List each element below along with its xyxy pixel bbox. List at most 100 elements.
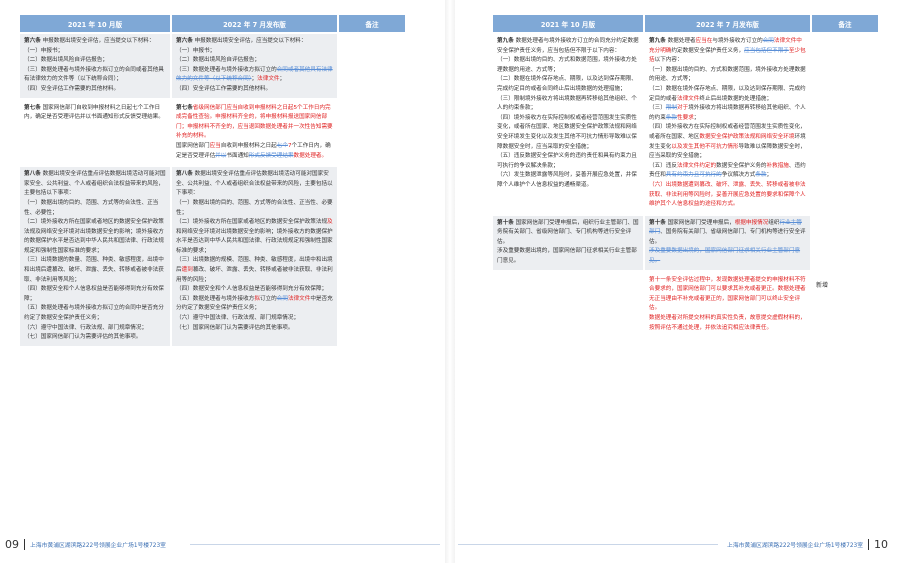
footer-divider bbox=[868, 538, 869, 550]
comparison-row: 第九条 数据处理者与境外接收方订立的合同充分约定数据安全保护责任义务，应当包括但… bbox=[493, 34, 878, 213]
clause-text-run: 省级网信部门应当自收到申报材料之日起5个工作日内完成完备性查验。申报材料齐全的，… bbox=[176, 104, 333, 140]
clause-remark: 新增 bbox=[816, 281, 829, 289]
clause-2022-text: 第十一条安全评估过程中，发现数据处理者提交的申报材料不符合要求的，国家网信部门可… bbox=[645, 272, 810, 337]
comparison-row: 第十条 国家网信部门受理申报后，组织行业主管部门、国务院有关部门、省级网信部门、… bbox=[493, 215, 878, 270]
left-page: 2021 年 10 月版 2022 年 7 月发布版 备注 第六条 申报数据出境… bbox=[0, 0, 450, 563]
comparison-table-header: 2021 年 10 月版 2022 年 7 月发布版 备注 bbox=[493, 15, 878, 32]
clause-2021-text: 第六条 申报数据出境安全评估，应当提交以下材料： （一）申报书； （二）数据出境… bbox=[20, 34, 170, 98]
clause-text-run: 第七条 bbox=[24, 104, 41, 111]
clause-remark bbox=[339, 101, 405, 165]
clause-text-run: 应当在 bbox=[695, 38, 713, 44]
comparison-rows: 第六条 申报数据出境安全评估，应当提交以下材料： （一）申报书； （二）数据出境… bbox=[20, 34, 405, 349]
clause-text-run: 法律文件约定的 bbox=[676, 162, 717, 169]
footer-address: 上海市黄浦区湖滨路222号领展企业广场1号楼723室 bbox=[30, 542, 166, 549]
header-2022-version: 2022 年 7 月发布版 bbox=[172, 15, 337, 32]
clause-text-run: 申报数据出境安全评估，应当提交以下材料： （一）申报书； （二）数据出境风险自评… bbox=[24, 38, 164, 92]
clause-2021-text bbox=[493, 272, 643, 337]
clause-text-run: 数据安全保护政策法规和网络安全环境 bbox=[699, 133, 795, 140]
clause-text-run: 第六条 bbox=[176, 38, 193, 44]
clause-text-run: 根据申报情况 bbox=[734, 219, 769, 226]
comparison-rows: 第九条 数据处理者与境外接收方订立的合同充分约定数据安全保护责任义务，应当包括但… bbox=[493, 34, 878, 339]
clause-text-run: 第九条 bbox=[649, 38, 666, 44]
clause-text-run: 数据出境安全评估重点评估数据出境活动可能对国家安全、公共利益、个人或者组织合法权… bbox=[24, 171, 166, 341]
header-remarks: 备注 bbox=[812, 15, 878, 32]
clause-text-run: 第十一条安全评估过程中，发现数据处理者提交的申报材料不符合要求的，国家网信部门可… bbox=[649, 276, 806, 331]
clause-text-run: 对于 bbox=[677, 105, 689, 112]
clause-text-run: 以及发生其他不可抗力情形 bbox=[671, 143, 739, 150]
clause-text-run: 具有约束力且可执行的 bbox=[665, 172, 722, 179]
clause-remark bbox=[812, 216, 878, 270]
clause-text-run: 组织 bbox=[768, 219, 780, 226]
clause-text-run: 国家网信部门 bbox=[176, 142, 210, 149]
clause-2021-text: 第九条 数据处理者与境外接收方订立的合同充分约定数据安全保护责任义务，应当包括但… bbox=[493, 34, 643, 213]
clause-text-run: 涉及重要数据出境的，国家网信部门征求相关行业主管部门意见。 bbox=[649, 248, 801, 265]
clause-text-run: 数据安全保护义务的 bbox=[716, 162, 767, 169]
header-2021-version: 2021 年 10 月版 bbox=[20, 15, 170, 32]
header-2022-version: 2022 年 7 月发布版 bbox=[645, 15, 810, 32]
clause-2022-text: 第八条 数据出境安全评估重点评估数据出境活动可能对国家安全、公共利益、个人或者组… bbox=[172, 167, 337, 346]
clause-text-run: 自收到申报材料之日起 bbox=[220, 142, 277, 149]
clause-remark bbox=[339, 167, 405, 346]
comparison-row: 第六条 申报数据出境安全评估，应当提交以下材料： （一）申报书； （二）数据出境… bbox=[20, 34, 405, 98]
clause-text-run: 第九条 bbox=[497, 38, 514, 44]
comparison-row: 第七条 国家网信部门自收到申报材料之日起七个工作日内，确定是否受理评估并以书面通… bbox=[20, 100, 405, 165]
clause-text-run: 第十条 bbox=[497, 219, 514, 226]
comparison-table-header: 2021 年 10 月版 2022 年 7 月发布版 备注 bbox=[20, 15, 405, 32]
comparison-row: 第八条 数据出境安全评估重点评估数据出境活动可能对国家安全、公共利益、个人或者组… bbox=[20, 167, 405, 346]
clause-2021-text: 第七条 国家网信部门自收到申报材料之日起七个工作日内，确定是否受理评估并以书面通… bbox=[20, 100, 170, 165]
clause-2022-text: 第十条 国家网信部门受理申报后，根据申报情况组织行业主管部门、国务院有关部门、省… bbox=[645, 215, 810, 270]
footer-rule bbox=[458, 544, 718, 545]
page-number: 09 bbox=[5, 537, 19, 551]
footer-address: 上海市黄浦区湖滨路222号领展企业广场1号楼723室 bbox=[727, 542, 863, 549]
clause-text-run: 形式反馈受理结果 bbox=[248, 152, 294, 159]
clause-text-run: 书面通知 bbox=[226, 152, 249, 159]
clause-remark bbox=[812, 34, 878, 213]
comparison-row: 第十一条安全评估过程中，发现数据处理者提交的申报材料不符合要求的，国家网信部门可… bbox=[493, 272, 878, 337]
clause-text-run: 第七条 bbox=[176, 104, 193, 111]
clause-text-run: 订立的 bbox=[259, 295, 277, 302]
clause-text-run: 第十条 bbox=[649, 219, 666, 226]
clause-remark bbox=[339, 34, 405, 98]
clause-text-run: 限制 bbox=[665, 105, 677, 112]
header-2021-version: 2021 年 10 月版 bbox=[493, 15, 643, 32]
clause-text-run: 约定数据安全保护责任义务， bbox=[671, 47, 745, 54]
clause-2022-text: 第六条 申报数据出境安全评估，应当提交以下材料： （一）申报书； （二）数据出境… bbox=[172, 34, 337, 98]
header-remarks: 备注 bbox=[339, 15, 405, 32]
clause-text-run: 条款 bbox=[755, 172, 767, 179]
clause-text-run: 、国务院有关部门、省级网信部门、专门机构等进行安全评估。 bbox=[649, 229, 806, 245]
clause-text-run: 第六条 bbox=[24, 38, 41, 44]
clause-2022-text: 第七条省级网信部门应当自收到申报材料之日起5个工作日内完成完备性查验。申报材料齐… bbox=[172, 100, 337, 165]
clause-text-run: 国家网信部门受理申报后， bbox=[665, 219, 735, 226]
clause-2022-text: 第九条 数据处理者应当在与境外接收方订立的合同法律文件中充分明确约定数据安全保护… bbox=[645, 34, 810, 213]
clause-2021-text: 第八条 数据出境安全评估重点评估数据出境活动可能对国家安全、公共利益、个人或者组… bbox=[20, 167, 170, 346]
clause-text-run: 争议解决方式 bbox=[721, 172, 756, 179]
clause-text-run: 国家网信部门受理申报后，组织行业主管部门、国务院有关部门、省级网信部门、专门机构… bbox=[497, 219, 639, 265]
clause-text-run: 条款 bbox=[665, 114, 677, 121]
clause-text-run: 补救措施 bbox=[766, 162, 789, 169]
clause-text-run: 与境外接收方订立的 bbox=[712, 38, 763, 44]
clause-text-run: （六）出境数据遭到篡改、破坏、泄露、丢失、转移或者被非法获取、非法利用等风险时，… bbox=[649, 181, 806, 208]
clause-text-run: 数据处理者 bbox=[665, 38, 696, 44]
clause-text-run: 法律文件 bbox=[287, 295, 311, 302]
footer-rule bbox=[190, 544, 440, 545]
clause-text-run: 数据处理者与境外接收方订立的合同充分约定数据安全保护责任义务，应当包括但不限于以… bbox=[497, 38, 639, 188]
clause-text-run: 数据出境安全评估重点评估数据出境活动可能对国家安全、公共利益、个人或者组织合法权… bbox=[176, 171, 333, 226]
clause-text-run: 性要求 bbox=[677, 114, 694, 121]
footer-divider bbox=[24, 538, 25, 550]
page-number: 10 bbox=[874, 537, 888, 551]
clause-text-run: 应当包括但不限于 bbox=[744, 47, 789, 54]
right-page: 2021 年 10 月版 2022 年 7 月发布版 备注 第九条 数据处理者与… bbox=[450, 0, 900, 563]
clause-text-run: 遭到 bbox=[181, 267, 193, 274]
clause-text-run: 合同 bbox=[762, 38, 774, 44]
clause-text-run: 合同 bbox=[276, 295, 288, 302]
clause-text-run: 第八条 bbox=[24, 171, 41, 178]
clause-text-run: 应当 bbox=[209, 142, 221, 149]
clause-text-run: 七个 bbox=[276, 142, 288, 149]
clause-text-run: 及 bbox=[327, 219, 333, 226]
clause-text-run: 法律文件 bbox=[676, 95, 700, 102]
clause-text-run: 第八条 bbox=[176, 171, 193, 178]
clause-text-run: ； bbox=[766, 172, 773, 179]
page-footer: 09 上海市黄浦区湖滨路222号领展企业广场1号楼723室 bbox=[5, 534, 166, 554]
clause-text-run: 国家网信部门自收到申报材料之日起七个工作日内，确定是否受理评估并以书面通知形式反… bbox=[24, 104, 164, 121]
clause-2021-text: 第十条 国家网信部门受理申报后，组织行业主管部门、国务院有关部门、省级网信部门、… bbox=[493, 215, 643, 270]
